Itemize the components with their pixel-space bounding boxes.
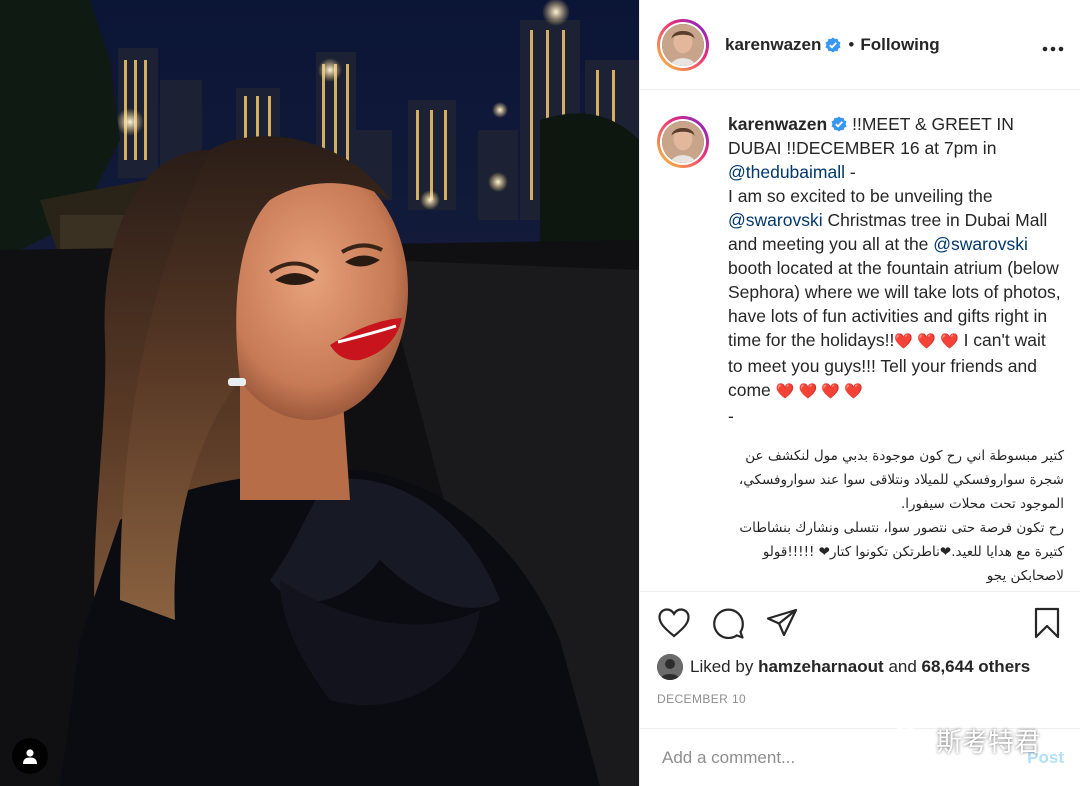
caption-text: karenwazen !!MEET & GREET IN DUBAI !!DEC… <box>728 112 1064 588</box>
caption-text2: I am so excited to be unveiling the <box>728 186 993 206</box>
share-icon <box>766 608 798 637</box>
avatar-image <box>657 654 683 680</box>
arabic-paragraph-1: كتير مبسوطة اني رح كون موجودة بدبي مول ل… <box>738 448 1064 512</box>
caption-scroll-area[interactable]: karenwazen !!MEET & GREET IN DUBAI !!DEC… <box>640 90 1080 590</box>
like-button[interactable] <box>657 606 691 640</box>
user-icon <box>23 749 37 764</box>
more-options-button[interactable] <box>1042 34 1064 56</box>
following-button[interactable]: Following <box>860 35 939 55</box>
likes-summary: Liked by hamzeharnaout and 68,644 others <box>657 654 1064 680</box>
liker-avatar[interactable] <box>657 654 683 680</box>
mention-thedubaimall[interactable]: @thedubaimall <box>728 162 845 182</box>
mention-swarovski-2[interactable]: @swarovski <box>933 234 1028 254</box>
comment-input[interactable] <box>662 747 1028 768</box>
heart-icon <box>658 608 690 638</box>
post-header: karenwazen • Following <box>640 0 1080 90</box>
caption-username[interactable]: karenwazen <box>728 114 827 134</box>
comment-bar: Post <box>640 728 1080 786</box>
tagged-users-button[interactable] <box>12 738 48 774</box>
liker-username[interactable]: hamzeharnaout <box>758 657 884 677</box>
avatar-image <box>662 121 704 163</box>
post-comment-button[interactable]: Post <box>1027 748 1064 768</box>
action-icons <box>657 592 1064 654</box>
separator-dot: • <box>848 34 855 54</box>
avatar[interactable] <box>657 18 709 71</box>
liked-by-prefix: Liked by <box>690 657 754 676</box>
verified-badge-icon <box>831 116 847 132</box>
post-actions: Liked by hamzeharnaout and 68,644 others… <box>640 591 1080 706</box>
ellipsis-icon <box>1042 46 1064 51</box>
hearts-emoji-2: ❤️ ❤️ ❤️ ❤️ <box>775 383 863 400</box>
bookmark-icon <box>1034 607 1060 639</box>
save-button[interactable] <box>1030 606 1064 640</box>
caption-dash: - <box>845 162 856 182</box>
share-button[interactable] <box>765 606 799 640</box>
avatar-image <box>662 23 704 66</box>
arabic-paragraph-2: رح تكون فرصة حتى نتصور سوا، نتسلى ونشارك… <box>739 520 1064 584</box>
post-image <box>0 0 639 786</box>
comment-icon <box>712 608 744 639</box>
comment-button[interactable] <box>711 606 745 640</box>
likes-and: and <box>888 657 917 676</box>
mention-swarovski[interactable]: @swarovski <box>728 210 823 230</box>
post-date[interactable]: DECEMBER 10 <box>657 692 1064 706</box>
post-photo[interactable] <box>0 0 639 786</box>
caption-dash-2: - <box>728 406 734 426</box>
header-username[interactable]: karenwazen <box>725 35 821 55</box>
verified-badge-icon <box>825 37 841 52</box>
arabic-caption: كتير مبسوطة اني رح كون موجودة بدبي مول ل… <box>716 444 1064 588</box>
caption: karenwazen !!MEET & GREET IN DUBAI !!DEC… <box>657 112 1064 588</box>
likes-count[interactable]: 68,644 others <box>922 657 1031 677</box>
hearts-emoji: ❤️ ❤️ ❤️ <box>894 333 959 350</box>
caption-avatar[interactable] <box>657 116 709 168</box>
post-side-panel: karenwazen • Following karenwazen !!MEET… <box>639 0 1080 786</box>
instagram-post: karenwazen • Following karenwazen !!MEET… <box>0 0 1080 786</box>
